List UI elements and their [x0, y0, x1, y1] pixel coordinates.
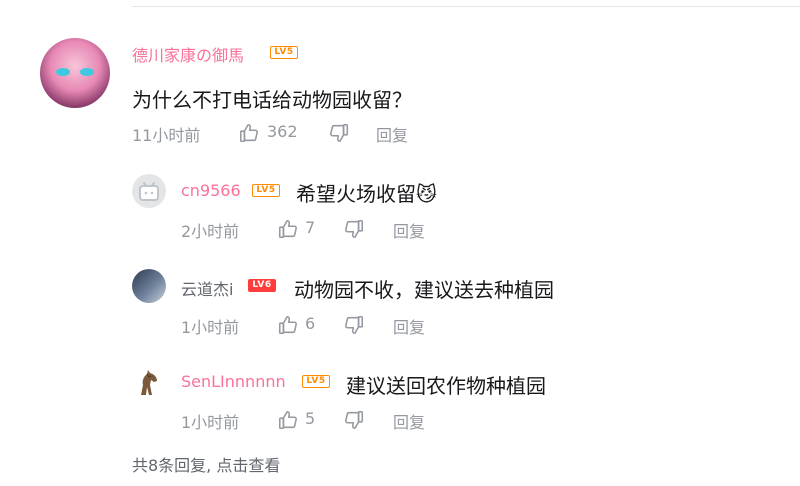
reply-username[interactable]: cn9566	[181, 181, 241, 200]
reply-button[interactable]: 回复	[393, 314, 425, 338]
level-badge: LV5	[252, 184, 280, 197]
main-comment-content: 为什么不打电话给动物园收留？	[132, 88, 412, 112]
cat-emoji: 😼	[416, 182, 437, 206]
thumbs-down-icon[interactable]	[343, 218, 365, 240]
reply-avatar[interactable]	[132, 269, 166, 303]
avatar-eye	[56, 68, 70, 76]
thumbs-down-icon[interactable]	[328, 122, 350, 144]
reply-button[interactable]: 回复	[393, 409, 425, 433]
like-count: 362	[267, 122, 298, 141]
thumbs-down-icon[interactable]	[343, 314, 365, 336]
main-comment-meta: 11小时前 362 回复	[132, 122, 432, 146]
comment-time: 11小时前	[132, 126, 201, 145]
main-comment-avatar[interactable]	[40, 38, 110, 108]
view-more-replies-link[interactable]: 共8条回复, 点击查看	[132, 452, 280, 476]
like-count: 5	[305, 409, 316, 428]
reply-button[interactable]: 回复	[376, 122, 408, 146]
main-comment-username[interactable]: 德川家康の御馬	[132, 42, 244, 66]
level-badge: LV5	[302, 375, 330, 388]
reply-content: 建议送回农作物种植园	[346, 374, 546, 398]
thumbs-up-icon[interactable]	[277, 314, 299, 336]
reply-username[interactable]: SenLInnnnnn	[181, 372, 286, 391]
reply-meta: 1小时前 5 回复	[181, 409, 441, 433]
reply-meta: 2小时前 7 回复	[181, 218, 441, 242]
reply-meta: 1小时前 6 回复	[181, 314, 441, 338]
thumbs-up-icon[interactable]	[277, 409, 299, 431]
comment-time: 1小时前	[181, 318, 240, 337]
thumbs-down-icon[interactable]	[343, 409, 365, 431]
reply-avatar[interactable]	[132, 174, 166, 208]
comment-time: 1小时前	[181, 413, 240, 432]
like-count: 7	[305, 218, 316, 237]
reply-username[interactable]: 云道杰i	[181, 276, 233, 300]
reply-avatar[interactable]	[132, 364, 166, 398]
avatar-eye	[80, 68, 94, 76]
level-badge: LV5	[270, 46, 298, 59]
like-count: 6	[305, 314, 316, 333]
level-badge: LV6	[248, 279, 276, 292]
horse-avatar-icon	[141, 370, 157, 395]
reply-button[interactable]: 回复	[393, 218, 425, 242]
comment-time: 2小时前	[181, 222, 240, 241]
tv-avatar-icon	[139, 182, 159, 201]
thumbs-up-icon[interactable]	[277, 218, 299, 240]
thumbs-up-icon[interactable]	[238, 122, 260, 144]
reply-content: 动物园不收，建议送去种植园	[294, 278, 554, 302]
reply-text: 希望火场收留	[296, 182, 416, 206]
top-divider	[132, 6, 800, 7]
reply-content: 希望火场收留😼	[296, 178, 437, 207]
